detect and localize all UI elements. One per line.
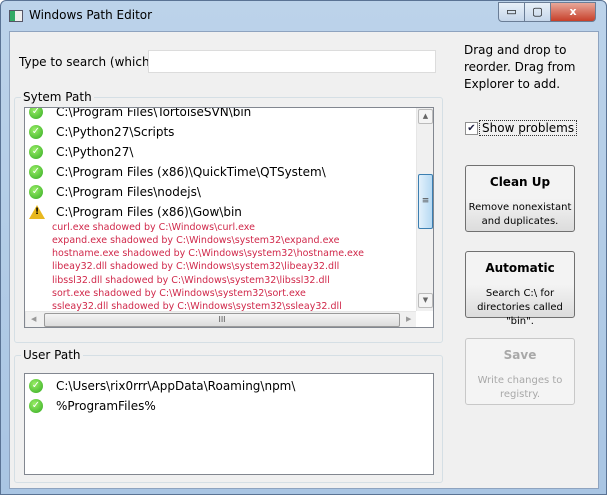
help-text: Drag and drop to reorder. Drag from Expl… bbox=[464, 42, 575, 93]
ok-icon: ✓ bbox=[29, 108, 43, 119]
system-path-label: Sytem Path bbox=[21, 90, 94, 104]
ok-icon: ✓ bbox=[29, 165, 43, 179]
button-title: Clean Up bbox=[489, 175, 551, 189]
checkbox-check-icon[interactable]: ✔ bbox=[465, 121, 478, 135]
path-text: %ProgramFiles% bbox=[56, 399, 156, 413]
ok-icon: ✓ bbox=[29, 125, 43, 139]
show-problems-label: Show problems bbox=[479, 120, 578, 136]
path-text: C:\Program Files\TortoiseSVN\bin bbox=[56, 107, 252, 119]
minimize-button[interactable]: ▭ bbox=[498, 2, 525, 22]
client-area: Type to search (which) Drag and drop to … bbox=[9, 31, 599, 489]
ok-icon: ✓ bbox=[29, 399, 43, 413]
clean-up-button[interactable]: Clean Up Remove nonexistant and duplicat… bbox=[465, 165, 575, 232]
help-line: Explorer to add. bbox=[464, 77, 561, 91]
problem-text: hostname.exe shadowed by C:\Windows\syst… bbox=[52, 248, 364, 259]
path-text: C:\Python27\ bbox=[56, 145, 134, 159]
scroll-up-icon[interactable]: ▲ bbox=[418, 109, 433, 124]
button-description: Remove nonexistant and duplicates. bbox=[468, 202, 572, 227]
window-title: Windows Path Editor bbox=[29, 8, 153, 22]
problem-text: curl.exe shadowed by C:\Windows\curl.exe bbox=[52, 222, 255, 233]
button-description: Write changes to registry. bbox=[477, 375, 563, 400]
system-path-list[interactable]: ✓ C:\Program Files\TortoiseSVN\bin ✓ C:\Py… bbox=[24, 107, 434, 328]
list-item[interactable]: ✓ C:\Program Files (x86)\QuickTime\QTSyst… bbox=[29, 162, 326, 182]
ok-icon: ✓ bbox=[29, 185, 43, 199]
problem-text: libeay32.dll shadowed by C:\Windows\syst… bbox=[52, 261, 340, 272]
user-path-list[interactable]: ✓ C:\Users\rix0rrr\AppData\Roaming\npm\ ✓… bbox=[24, 373, 434, 475]
scroll-thumb[interactable]: ≡ bbox=[418, 174, 433, 229]
list-item[interactable]: ✓ C:\Program Files\TortoiseSVN\bin bbox=[29, 107, 252, 122]
problem-text: libssl32.dll shadowed by C:\Windows\syst… bbox=[52, 275, 330, 286]
ok-icon: ✓ bbox=[29, 145, 43, 159]
close-button[interactable]: x bbox=[550, 2, 596, 22]
horizontal-scrollbar[interactable]: ◀ III ▶ bbox=[25, 311, 416, 327]
user-path-label: User Path bbox=[21, 348, 83, 362]
search-label: Type to search (which) bbox=[19, 55, 155, 69]
list-item[interactable]: ! C:\Program Files (x86)\Gow\bin bbox=[29, 202, 242, 222]
button-description: Search C:\ for directories called "bin". bbox=[477, 288, 563, 327]
path-text: C:\Python27\Scripts bbox=[56, 125, 175, 139]
ok-icon: ✓ bbox=[29, 379, 43, 393]
scroll-thumb[interactable]: III bbox=[44, 313, 400, 327]
show-problems-checkbox[interactable]: ✔ Show problems bbox=[465, 120, 578, 136]
path-text: C:\Program Files (x86)\Gow\bin bbox=[56, 205, 242, 219]
maximize-button[interactable]: ▢ bbox=[524, 2, 551, 22]
scroll-right-icon[interactable]: ▶ bbox=[406, 315, 411, 323]
list-item[interactable]: ✓ C:\Python27\Scripts bbox=[29, 122, 174, 142]
list-item[interactable]: ✓ C:\Python27\ bbox=[29, 142, 133, 162]
list-item[interactable]: ✓ C:\Program Files\nodejs\ bbox=[29, 182, 201, 202]
problem-text: sort.exe shadowed by C:\Windows\system32… bbox=[52, 288, 306, 299]
app-icon bbox=[9, 10, 23, 22]
problem-text: expand.exe shadowed by C:\Windows\system… bbox=[52, 235, 340, 246]
button-title: Automatic bbox=[485, 261, 555, 275]
path-text: C:\Program Files\nodejs\ bbox=[56, 185, 201, 199]
help-line: Drag and drop to bbox=[464, 43, 567, 57]
scroll-down-icon[interactable]: ▼ bbox=[418, 293, 433, 308]
list-item[interactable]: ✓ %ProgramFiles% bbox=[29, 396, 156, 416]
search-input[interactable] bbox=[148, 50, 436, 73]
path-text: C:\Program Files (x86)\QuickTime\QTSyste… bbox=[56, 165, 326, 179]
automatic-button[interactable]: Automatic Search C:\ for directories cal… bbox=[465, 251, 575, 327]
vertical-scrollbar[interactable]: ▲ ≡ ▼ bbox=[416, 108, 433, 311]
warning-icon: ! bbox=[29, 205, 45, 219]
path-text: C:\Users\rix0rrr\AppData\Roaming\npm\ bbox=[56, 379, 296, 393]
list-item[interactable]: ✓ C:\Users\rix0rrr\AppData\Roaming\npm\ bbox=[29, 376, 295, 396]
help-line: reorder. Drag from bbox=[464, 60, 576, 74]
scroll-left-icon[interactable]: ◀ bbox=[31, 315, 36, 323]
app-window: Windows Path Editor ▭ ▢ x Type to search… bbox=[0, 0, 607, 495]
button-title: Save bbox=[503, 348, 537, 362]
save-button[interactable]: Save Write changes to registry. bbox=[465, 338, 575, 405]
